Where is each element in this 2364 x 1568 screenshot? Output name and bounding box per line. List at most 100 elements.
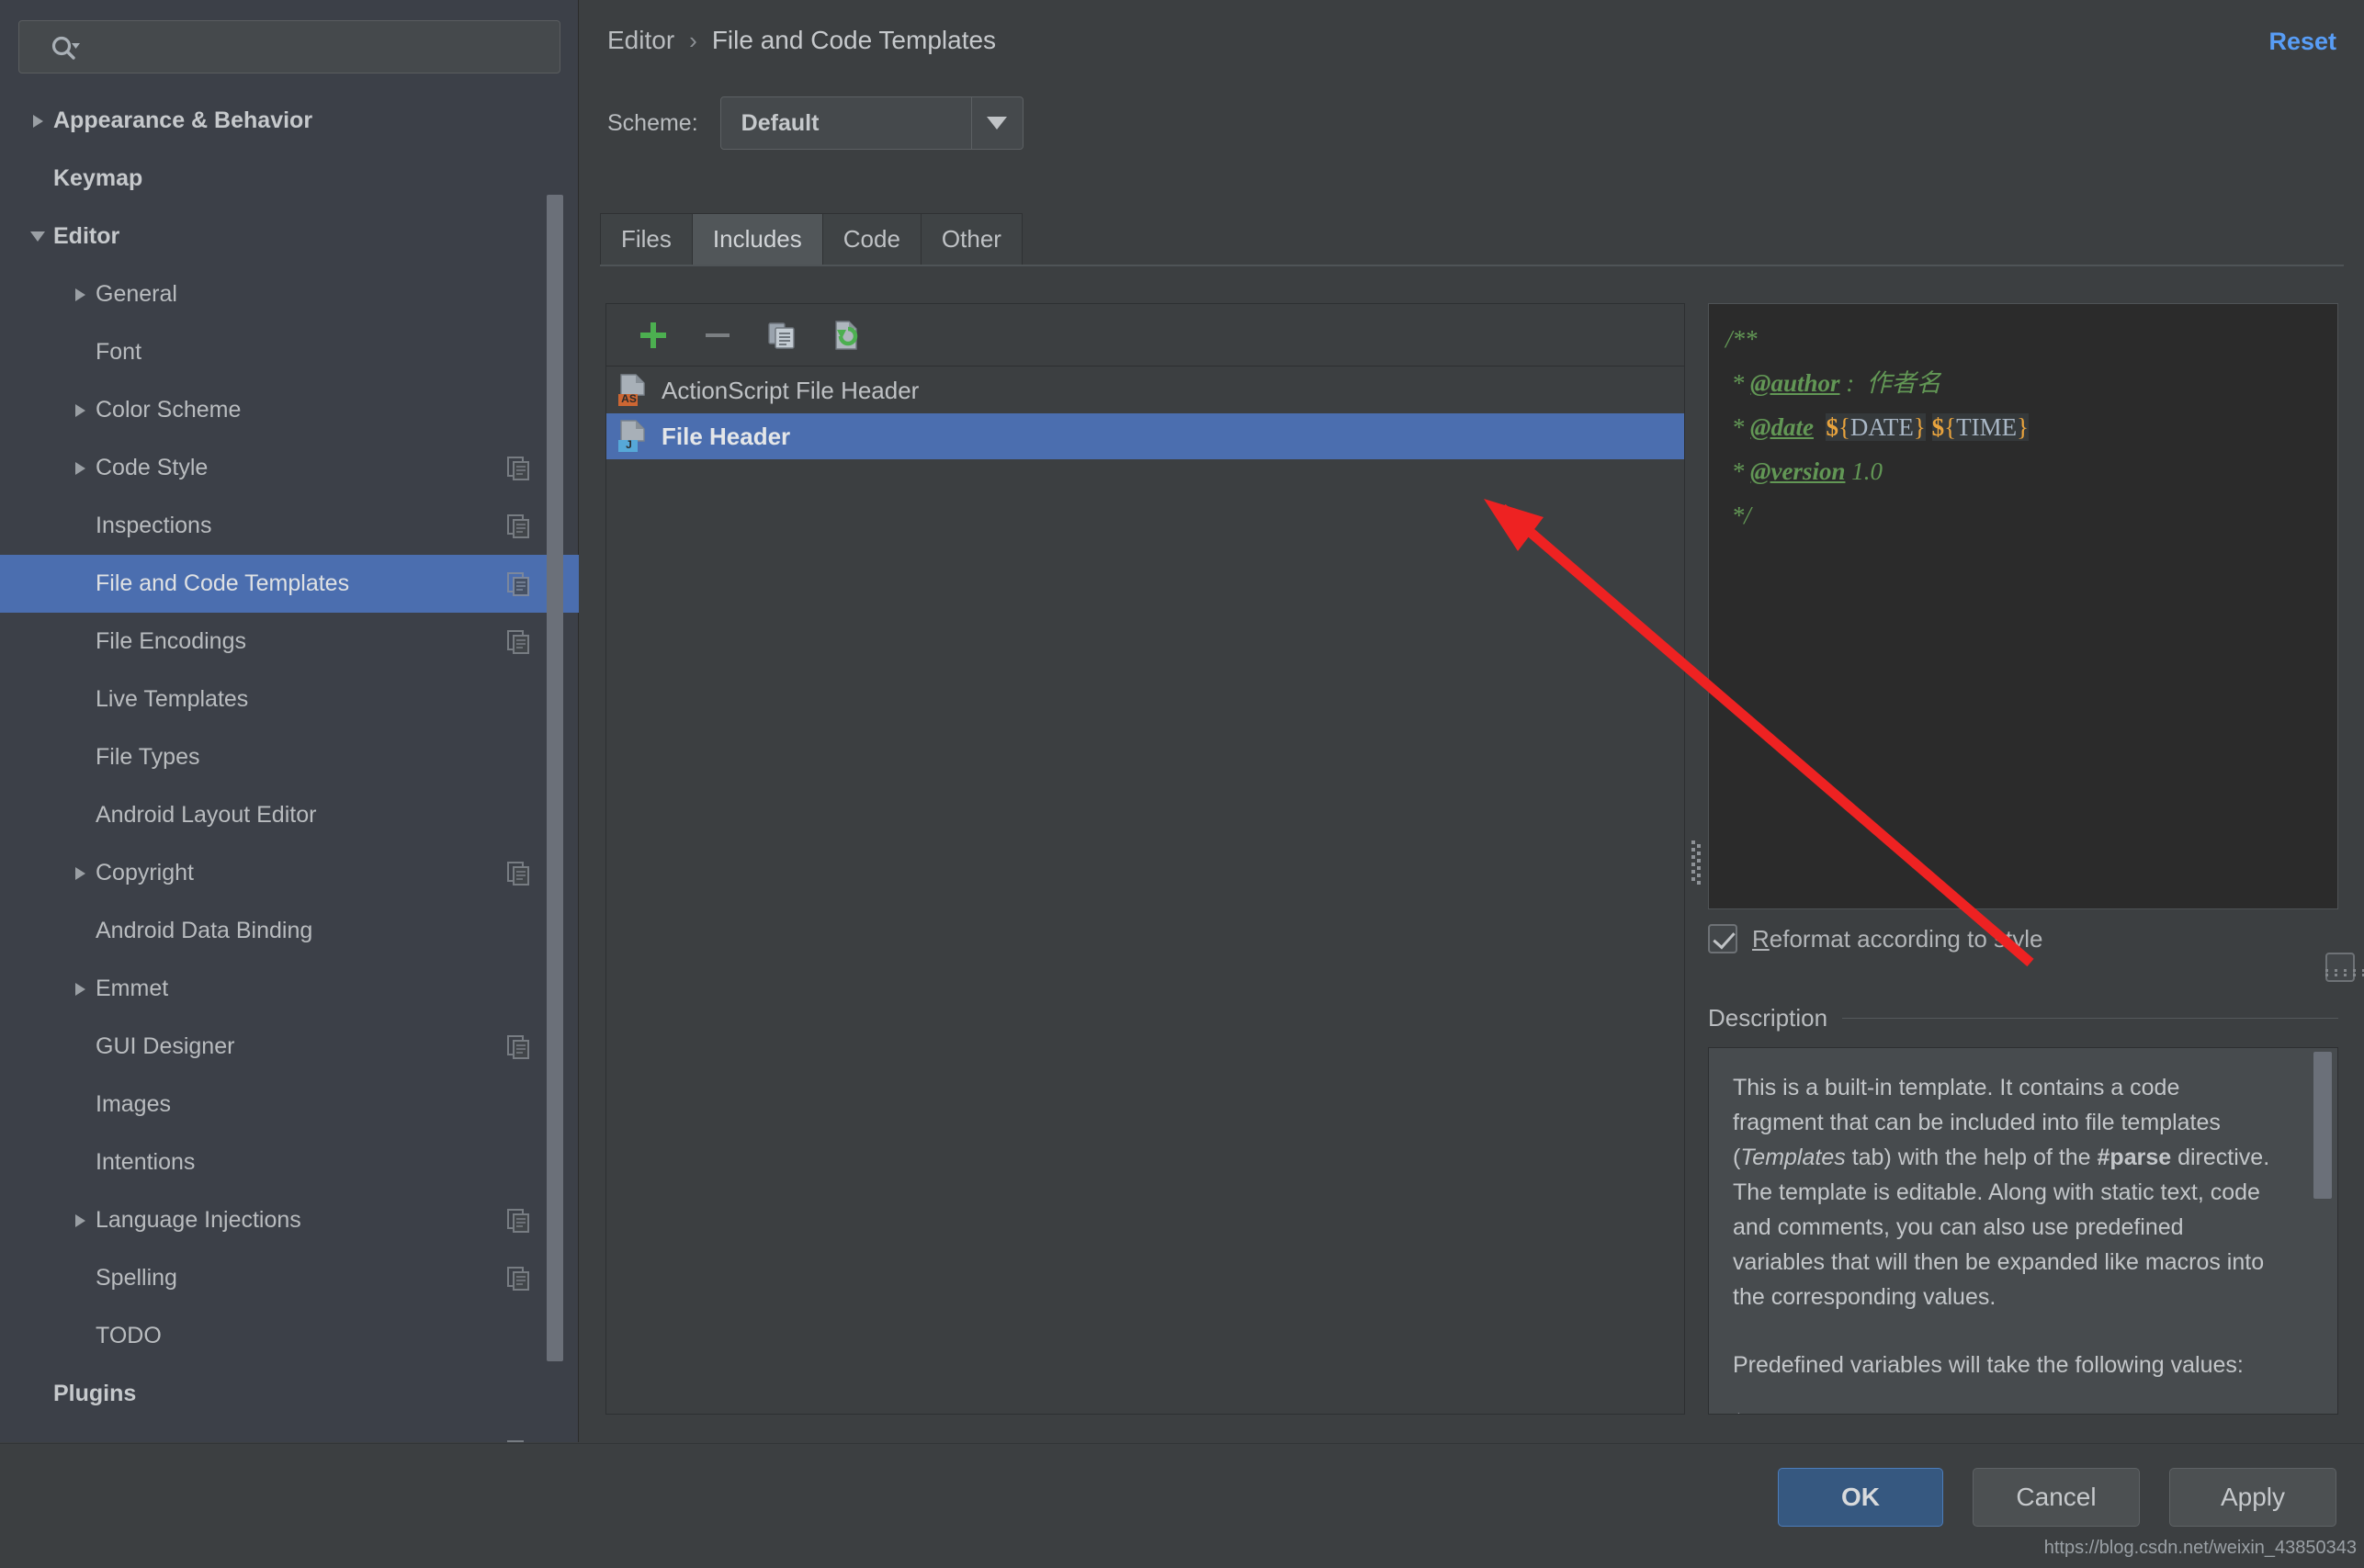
checkbox-box[interactable] [1708, 924, 1737, 953]
sidebar-item-todo[interactable]: TODO [0, 1307, 579, 1365]
sidebar-item-label: Appearance & Behavior [53, 107, 312, 134]
tab-code[interactable]: Code [822, 213, 922, 265]
sidebar-item-copyright[interactable]: Copyright [0, 844, 579, 902]
code-line: /** [1725, 317, 2337, 361]
splitter-dot [1691, 848, 1695, 852]
template-code-editor[interactable]: /** * @author : 作者名 * @date ${DATE} ${TI… [1708, 303, 2338, 909]
tab-underline [600, 265, 2344, 266]
copy-settings-icon [507, 572, 531, 596]
chevron-right-icon[interactable] [22, 1423, 53, 1442]
sidebar-item-android-data-binding[interactable]: Android Data Binding [0, 902, 579, 960]
sidebar-scrollbar-thumb[interactable] [547, 195, 563, 1361]
sidebar-item-inspections[interactable]: Inspections [0, 497, 579, 555]
tree-indent-spacer [22, 1365, 53, 1423]
panel-splitter-handle[interactable] [1691, 840, 1702, 886]
chevron-right-icon[interactable] [64, 265, 96, 323]
sidebar-item-code-style[interactable]: Code Style [0, 439, 579, 497]
sidebar-item-language-injections[interactable]: Language Injections [0, 1191, 579, 1249]
copy-settings-icon [507, 630, 531, 654]
sidebar-item-label: Language Injections [96, 1207, 301, 1234]
sidebar-item-gui-designer[interactable]: GUI Designer [0, 1018, 579, 1076]
reformat-according-to-style-checkbox[interactable]: Reformat according to style [1708, 924, 2042, 953]
sidebar-item-label: Copyright [96, 860, 194, 886]
remove-icon[interactable] [689, 310, 746, 361]
dialog-footer: OK Cancel Apply https://blog.csdn.net/we… [0, 1443, 2364, 1568]
sidebar-scrollbar-track[interactable] [554, 92, 571, 1433]
copy-icon[interactable] [753, 310, 810, 361]
template-file-icon: AS [617, 374, 649, 407]
sidebar-item-keymap[interactable]: Keymap [0, 150, 579, 208]
tab-other[interactable]: Other [921, 213, 1023, 265]
grip-dot [2344, 969, 2347, 972]
scheme-combobox[interactable]: Default [720, 96, 1024, 150]
sidebar-item-label: Plugins [53, 1381, 136, 1407]
description-paragraph-3: The template is editable. Along with sta… [1733, 1175, 2273, 1245]
description-paragraph-2: (Templates tab) with the help of the #pa… [1733, 1140, 2273, 1175]
copy-settings-icon [507, 1440, 531, 1443]
description-panel[interactable]: This is a built-in template. It contains… [1708, 1047, 2338, 1415]
chevron-right-icon[interactable] [64, 381, 96, 439]
grip-dot [2353, 969, 2356, 972]
code-token-varname: DATE [1850, 413, 1914, 441]
template-category-tabs[interactable]: Files IncludesCodeOther [600, 213, 1022, 265]
sidebar-item-version-control[interactable]: Version Control [0, 1423, 579, 1442]
breadcrumb-parent[interactable]: Editor [607, 26, 674, 55]
chevron-right-icon[interactable] [64, 1191, 96, 1249]
description-scrollbar-thumb[interactable] [2313, 1052, 2332, 1199]
sidebar-item-file-encodings[interactable]: File Encodings [0, 613, 579, 671]
tree-indent-spacer [64, 497, 96, 555]
sidebar-item-emmet[interactable]: Emmet [0, 960, 579, 1018]
template-list-toolbar [606, 304, 1684, 367]
sidebar-item-plugins[interactable]: Plugins [0, 1365, 579, 1423]
sidebar-item-label: Spelling [96, 1265, 177, 1292]
chevron-down-icon[interactable] [22, 208, 53, 265]
sidebar-item-general[interactable]: General [0, 265, 579, 323]
sidebar-item-editor[interactable]: Editor [0, 208, 579, 265]
code-line: */ [1725, 493, 2337, 537]
settings-tree[interactable]: Appearance & Behavior KeymapEditor General… [0, 92, 579, 1442]
template-list-item[interactable]: ASActionScript File Header [606, 367, 1684, 413]
tree-indent-spacer [64, 1018, 96, 1076]
tab-includes[interactable]: Includes [692, 213, 823, 265]
sidebar-item-label: Version Control [53, 1438, 224, 1442]
sidebar-item-file-and-code-templates[interactable]: File and Code Templates [0, 555, 579, 613]
sidebar-item-intentions[interactable]: Intentions [0, 1134, 579, 1191]
chevron-down-icon[interactable] [971, 97, 1023, 149]
tab-label: Files [621, 225, 672, 254]
sidebar-item-live-templates[interactable]: Live Templates [0, 671, 579, 728]
sidebar-item-label: General [96, 281, 177, 308]
enable-live-templates-checkbox[interactable]: Enable Live Templates [2325, 924, 2364, 1010]
chevron-right-icon[interactable] [64, 960, 96, 1018]
sidebar-item-font[interactable]: Font [0, 323, 579, 381]
sidebar-item-spelling[interactable]: Spelling [0, 1249, 579, 1307]
resize-grip-icon[interactable] [2325, 969, 2364, 978]
sidebar-item-appearance-behavior[interactable]: Appearance & Behavior [0, 92, 579, 150]
chevron-right-icon[interactable] [22, 92, 53, 150]
cancel-button[interactable]: Cancel [1973, 1468, 2140, 1527]
description-paragraph-5: Predefined variables will take the follo… [1733, 1348, 2273, 1382]
description-label: Description [1708, 1004, 1842, 1032]
add-icon[interactable] [625, 310, 682, 361]
chevron-right-icon[interactable] [64, 844, 96, 902]
desc-p2-post: directive. [2171, 1145, 2269, 1170]
code-token-txt [1926, 413, 1932, 441]
reset-template-icon[interactable] [818, 310, 875, 361]
apply-button[interactable]: Apply [2169, 1468, 2336, 1527]
chevron-right-icon[interactable] [64, 439, 96, 497]
template-list-item[interactable]: JFile Header [606, 413, 1684, 459]
template-list[interactable]: ASActionScript File HeaderJFile Header [606, 367, 1684, 1414]
tab-files[interactable]: Files [600, 213, 693, 265]
sidebar-item-color-scheme[interactable]: Color Scheme [0, 381, 579, 439]
reset-link[interactable]: Reset [2268, 28, 2336, 56]
ok-button[interactable]: OK [1778, 1468, 1943, 1527]
code-token-brace: { [1838, 413, 1850, 441]
splitter-dot [1691, 870, 1695, 874]
grip-dot [2325, 969, 2328, 972]
sidebar-item-images[interactable]: Images [0, 1076, 579, 1134]
sidebar-item-label: GUI Designer [96, 1033, 234, 1060]
search-box[interactable] [18, 20, 560, 73]
sidebar-item-file-types[interactable]: File Types [0, 728, 579, 786]
scheme-row: Scheme: Default [607, 96, 1024, 150]
sidebar-item-android-layout-editor[interactable]: Android Layout Editor [0, 786, 579, 844]
search-input[interactable] [96, 21, 547, 73]
